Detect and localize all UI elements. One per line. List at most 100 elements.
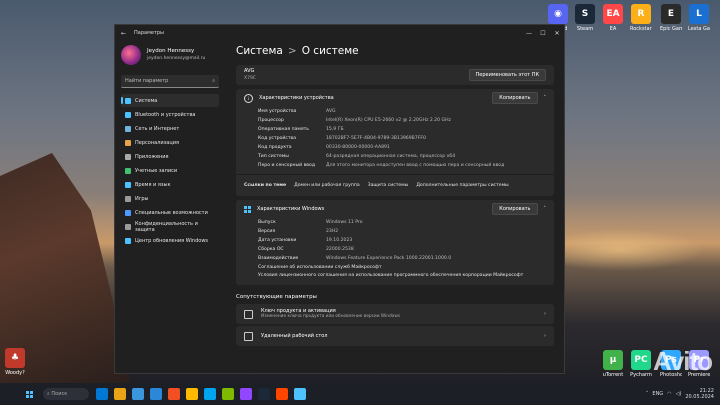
settings-search-input[interactable]: Найти параметр ⌕ [121, 75, 219, 88]
windows-specs-header[interactable]: Характеристики Windows Копировать ˄ [236, 200, 554, 218]
sidebar-item[interactable]: Конфиденциальность и защита [121, 220, 219, 233]
app-icon: S [575, 4, 595, 24]
window-controls: — ☐ ✕ [522, 30, 564, 37]
minimize-button[interactable]: — [522, 30, 536, 37]
sidebar-item-label: Bluetooth и устройства [135, 111, 196, 118]
sidebar-item[interactable]: Учетные записи [121, 164, 219, 177]
sidebar-item[interactable]: Специальные возможности [121, 206, 219, 219]
windows-spec-row: Взаимодействие Windows Feature Experience… [236, 254, 554, 263]
close-button[interactable]: ✕ [550, 30, 564, 37]
clock[interactable]: 21:22 20.05.2024 [685, 388, 714, 400]
chevron-up-icon[interactable]: ˄ [544, 95, 547, 101]
spec-value: Для этого монитора недоступен ввод с пом… [326, 163, 505, 168]
sidebar-item[interactable]: Приложения [121, 150, 219, 163]
breadcrumb-parent[interactable]: Система [236, 45, 283, 57]
spec-key: Дата установки [258, 238, 297, 243]
taskbar-app-icon[interactable] [222, 388, 234, 400]
sidebar-item-label: Время и язык [135, 181, 171, 188]
copy-windows-specs-button[interactable]: Копировать [492, 203, 538, 215]
copy-device-specs-button[interactable]: Копировать [492, 92, 538, 104]
desktop-icon[interactable]: μ uTorrent [602, 350, 624, 378]
breadcrumb: Система > О системе [230, 41, 564, 65]
sidebar-item[interactable]: Система [121, 94, 219, 107]
chevron-up-icon[interactable]: ˄ [544, 206, 547, 212]
avatar [121, 45, 141, 65]
related-link[interactable]: Защита системы [368, 183, 409, 188]
language-indicator[interactable]: ENG [652, 391, 663, 397]
user-profile[interactable]: Jeydon Hennessy jeydon.hennessy@mail.ru [115, 41, 225, 69]
device-model: X79C [244, 76, 256, 81]
device-specs-header[interactable]: i Характеристики устройства Копировать ˄ [236, 89, 554, 107]
chevron-right-icon: › [544, 311, 546, 317]
maximize-button[interactable]: ☐ [536, 30, 550, 37]
sidebar-item-label: Приложения [135, 153, 169, 160]
spec-value: 64-разрядная операционная система, проце… [326, 154, 456, 159]
sidebar-item[interactable]: Персонализация [121, 136, 219, 149]
related-link[interactable]: Дополнительные параметры системы [416, 183, 508, 188]
taskbar-search[interactable]: ⌕ Поиск [43, 388, 89, 400]
chevron-up-icon[interactable]: ˄ [646, 391, 649, 397]
related-link[interactable]: Домен или рабочая группа [294, 183, 360, 188]
desktop-icon[interactable]: R Rockstar Games Launcher [630, 4, 652, 32]
device-spec-row: Оперативная память 15,9 ГБ [236, 125, 554, 134]
desktop-icon[interactable]: E Epic Games Launcher [660, 4, 682, 32]
desktop-icon-woody[interactable]: ♣ Woody? [4, 348, 26, 376]
app-icon: R [631, 4, 651, 24]
desktop-icon-label: Epic Games Launcher [660, 26, 682, 32]
device-spec-row: Процессор Intel(R) Xeon(R) CPU E5-2660 v2… [236, 116, 554, 125]
volume-icon[interactable]: ◁) [676, 391, 682, 397]
device-specs-title: Характеристики устройства [259, 95, 334, 101]
related-settings-list: Ключ продукта и активация Изменение ключа… [230, 304, 564, 346]
sidebar-item-label: Система [135, 97, 158, 104]
nav-icon [125, 195, 131, 202]
taskbar-app-icon[interactable] [258, 388, 270, 400]
taskbar-app-icon[interactable] [168, 388, 180, 400]
taskbar-app-icon[interactable] [276, 388, 288, 400]
sidebar-item[interactable]: Bluetooth и устройства [121, 108, 219, 121]
sidebar-item[interactable]: Игры [121, 192, 219, 205]
nav-list: Система Bluetooth и устройства Сеть и Инте… [115, 94, 225, 247]
window-title: Параметры [134, 30, 164, 36]
taskbar-app-icon[interactable] [204, 388, 216, 400]
rename-pc-button[interactable]: Переименовать этот ПК [468, 69, 546, 81]
device-name: AVG [244, 68, 255, 74]
device-specs-list: Имя устройства AVG Процессор Intel(R) Xeon(… [236, 107, 554, 174]
sidebar-item[interactable]: Сеть и Интернет [121, 122, 219, 135]
sidebar-item-label: Персонализация [135, 139, 179, 146]
license-link[interactable]: Условия лицензионного соглашения на испо… [236, 271, 554, 279]
related-setting-desc: Изменение ключа продукта или обновление … [261, 314, 401, 319]
desktop-icon[interactable]: PC Pycharm [630, 350, 652, 378]
spec-key: Тип системы [258, 154, 289, 159]
windows-spec-row: Выпуск Windows 11 Pro [236, 218, 554, 227]
sidebar-item[interactable]: Время и язык [121, 178, 219, 191]
device-spec-row: Код продукта 00330-80000-00000-AA891 [236, 143, 554, 152]
desktop-icon[interactable]: EA EA [602, 4, 624, 32]
wifi-icon[interactable]: ◠ [667, 391, 671, 397]
page-title: О системе [301, 45, 359, 57]
windows-logo-icon [244, 205, 251, 213]
taskbar-app-icon[interactable] [114, 388, 126, 400]
taskbar-app-icon[interactable] [150, 388, 162, 400]
sidebar-item[interactable]: Центр обновления Windows [121, 234, 219, 247]
breadcrumb-separator: > [287, 45, 297, 57]
windows-spec-row: Сборка ОС 22000.2538 [236, 245, 554, 254]
license-link[interactable]: Соглашение об использовании служб Майкро… [236, 263, 554, 271]
back-arrow-icon[interactable]: ← [121, 30, 126, 37]
settings-window: ← Параметры — ☐ ✕ Jeydon Hennessy jeydon… [114, 24, 565, 374]
device-spec-row: Код устройства 18702BF7-5E7F-4B04-9789-3B… [236, 134, 554, 143]
related-setting-row[interactable]: Ключ продукта и активация Изменение ключа… [236, 304, 554, 324]
desktop-icon[interactable]: S Steam [574, 4, 596, 32]
device-spec-row: Имя устройства AVG [236, 107, 554, 116]
desktop-icon[interactable]: L Lesta Game Center [688, 4, 710, 32]
taskbar-app-icon[interactable] [96, 388, 108, 400]
spec-value: 22000.2538 [326, 247, 354, 252]
search-icon: ⌕ [212, 78, 215, 84]
taskbar-app-icon[interactable] [132, 388, 144, 400]
taskbar-app-icon[interactable] [186, 388, 198, 400]
sidebar: Jeydon Hennessy jeydon.hennessy@mail.ru … [115, 41, 225, 373]
taskbar-app-icon[interactable] [294, 388, 306, 400]
start-button[interactable] [26, 390, 33, 398]
related-setting-row[interactable]: Удаленный рабочий стол › [236, 326, 554, 346]
spec-key: Сборка ОС [258, 247, 284, 252]
taskbar-app-icon[interactable] [240, 388, 252, 400]
